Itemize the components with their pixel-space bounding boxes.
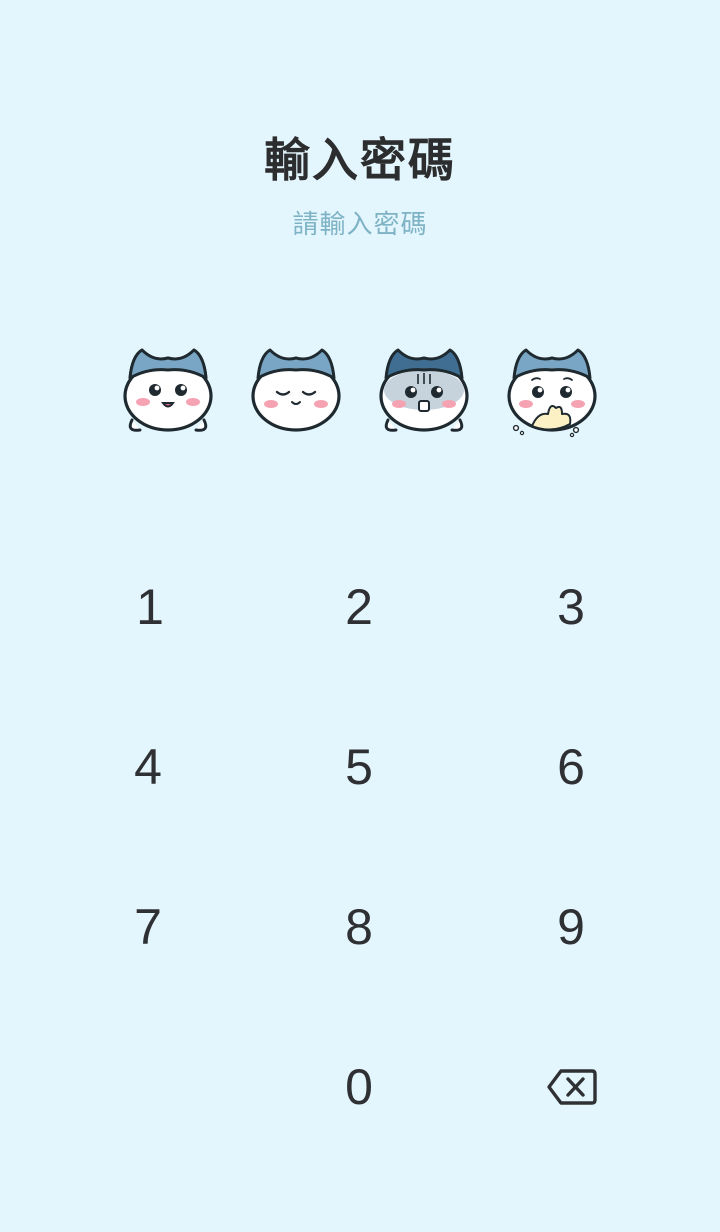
pin-indicators [0,340,720,450]
key-3-label: 3 [557,579,585,635]
key-9-label: 9 [557,899,585,955]
key-6[interactable]: 6 [471,687,671,847]
key-0-label: 0 [345,1059,373,1115]
page-title: 輸入密碼 [264,133,456,187]
key-6-label: 6 [557,739,585,795]
key-9[interactable]: 9 [471,847,671,1007]
backspace-button[interactable] [472,1007,672,1167]
cat-face-smiling-icon [118,340,218,444]
key-4-label: 4 [134,739,162,795]
key-5[interactable]: 5 [259,687,459,847]
key-4[interactable]: 4 [48,687,248,847]
key-1[interactable]: 1 [50,527,250,687]
numeric-keypad: 1 2 3 4 5 6 7 8 9 0 [0,527,720,1167]
key-8[interactable]: 8 [259,847,459,1007]
key-8-label: 8 [345,899,373,955]
key-7[interactable]: 7 [48,847,248,1007]
cat-face-content-icon [246,340,346,444]
cat-face-worried-icon [374,340,474,444]
key-0[interactable]: 0 [259,1007,459,1167]
key-3[interactable]: 3 [471,527,671,687]
key-1-label: 1 [136,579,164,635]
key-2[interactable]: 2 [259,527,459,687]
backspace-icon [547,1069,597,1105]
key-2-label: 2 [345,579,373,635]
key-7-label: 7 [134,899,162,955]
cat-face-eating-icon [502,340,602,444]
key-5-label: 5 [345,739,373,795]
page-subtitle: 請輸入密碼 [292,210,428,240]
